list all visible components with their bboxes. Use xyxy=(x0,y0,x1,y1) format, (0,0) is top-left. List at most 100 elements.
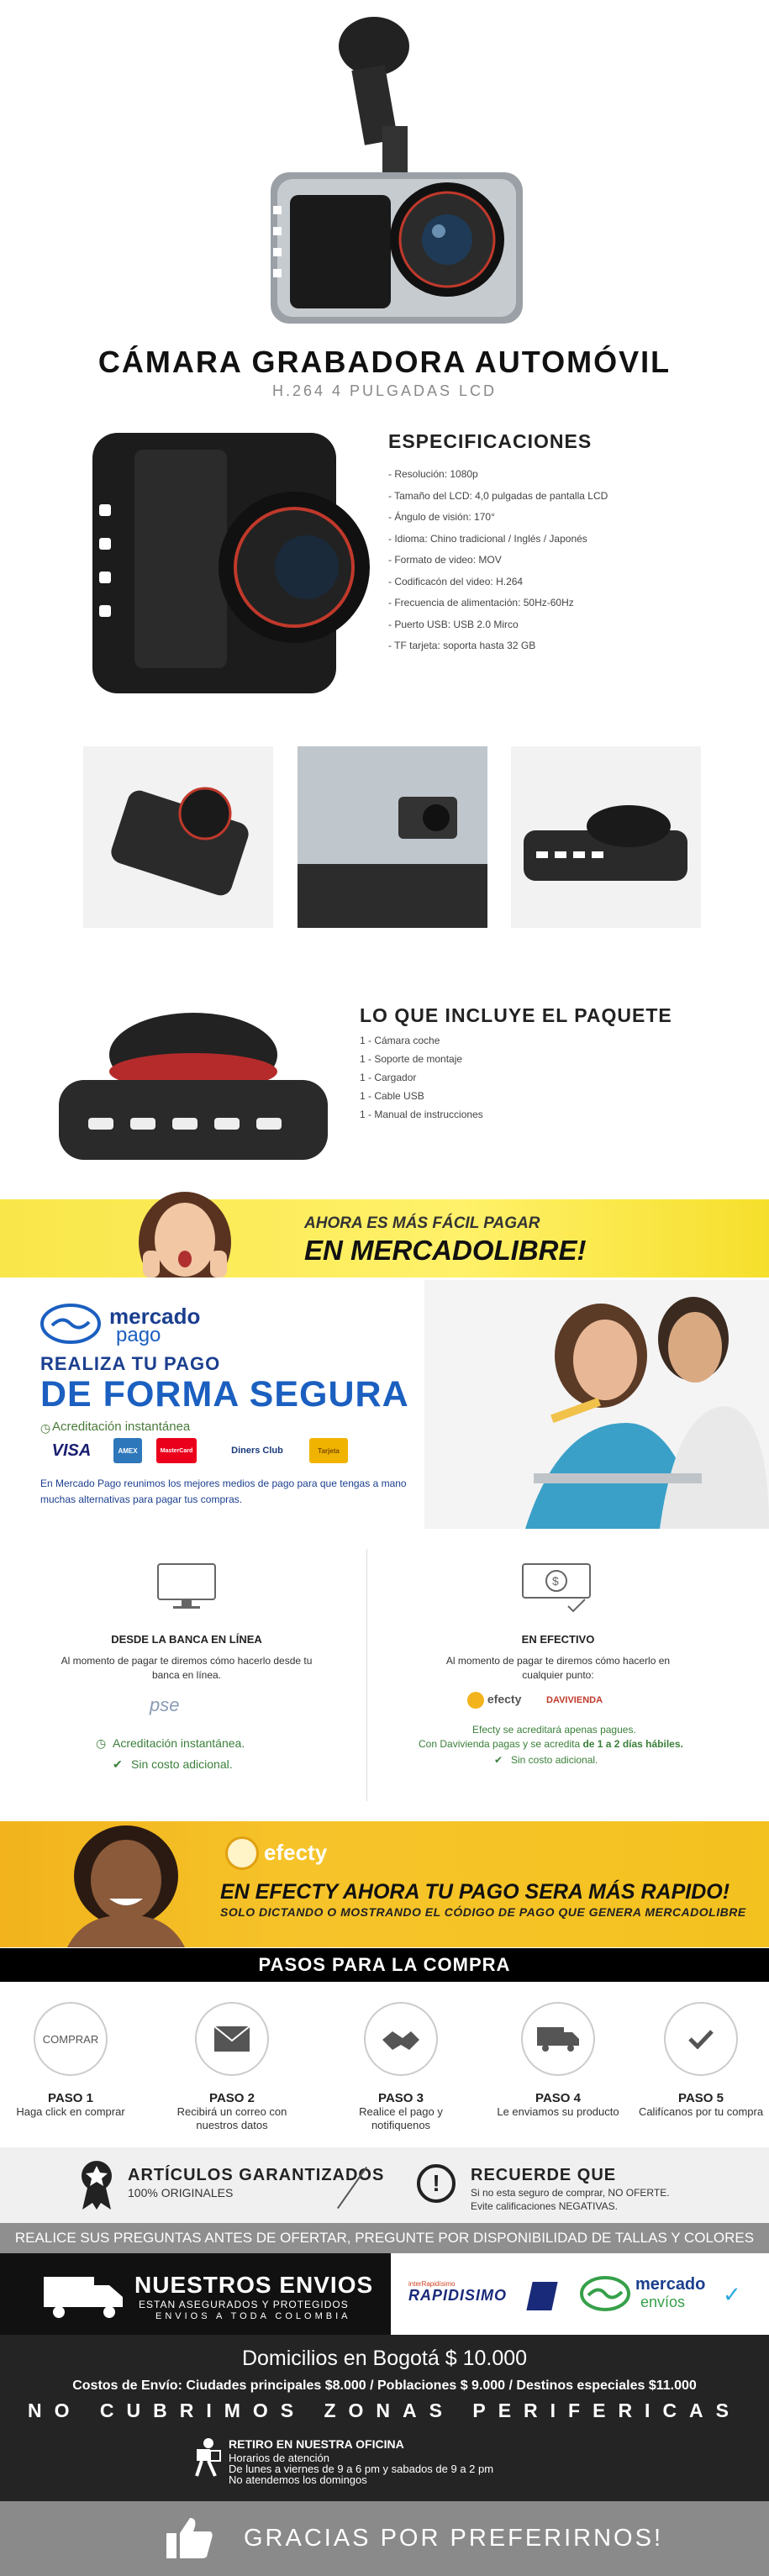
clock-icon: ◷ xyxy=(40,1421,51,1435)
shipping-sub1: ESTAN ASEGURADOS Y PROTEGIDOS xyxy=(139,2299,349,2310)
efecty-line2: SOLO DICTANDO O MOSTRANDO EL CÓDIGO DE P… xyxy=(220,1905,746,1919)
shipping-costs: Costos de Envío: Ciudades principales $8… xyxy=(72,2378,697,2393)
clock-icon: ◷ xyxy=(96,1736,107,1750)
efectivo-note2: Con Davivienda pagas y se acredita de 1 … xyxy=(419,1738,683,1750)
package-item: 1 - Soporte de montaje xyxy=(360,1053,463,1065)
specs-heading: ESPECIFICACIONES xyxy=(388,430,593,452)
banner-line2: EN MERCADOLIBRE! xyxy=(304,1235,587,1266)
efectivo-heading: EN EFECTIVO xyxy=(521,1633,595,1646)
mercadopago-section: mercado pago REALIZA TU PAGO DE FORMA SE… xyxy=(0,1280,769,1529)
efectivo-note3: Sin costo adicional. xyxy=(511,1754,598,1766)
mp-realiza: REALIZA TU PAGO xyxy=(40,1353,221,1374)
efectivo-note1: Efecty se acreditará apenas pagues. xyxy=(472,1724,636,1736)
shipping-section: NUESTROS ENVIOS ESTAN ASEGURADOS Y PROTE… xyxy=(0,2253,769,2335)
diners-card-icon: Diners Club xyxy=(231,1446,283,1456)
package-item: 1 - Cámara coche xyxy=(360,1035,440,1046)
mercadolibre-banner: AHORA ES MÁS FÁCIL PAGAR EN MERCADOLIBRE… xyxy=(0,1192,769,1277)
banca-check2: Sin costo adicional. xyxy=(131,1757,233,1771)
product-thumbnail xyxy=(298,746,487,928)
delivery-section: Domicilios en Bogotá $ 10.000 Costos de … xyxy=(0,2335,769,2501)
thanks-text: GRACIAS POR PREFERIRNOS! xyxy=(244,2525,664,2552)
recuerde-text: Si no esta seguro de comprar, NO OFERTE.… xyxy=(471,2187,670,2212)
recuerde-title: RECUERDE QUE xyxy=(471,2166,617,2184)
no-periphery: NO CUBRIMOS ZONAS PERIFERICAS xyxy=(27,2400,742,2421)
medal-icon xyxy=(82,2161,112,2210)
product-subtitle: H.264 4 PULGADAS LCD xyxy=(271,382,498,399)
guarantee-sub: 100% ORIGINALES xyxy=(128,2186,234,2199)
package-item: 1 - Cable USB xyxy=(360,1090,424,1102)
product-thumbnail xyxy=(511,746,701,928)
thumbs-up-icon xyxy=(166,2518,213,2558)
davivienda-logo: DAVIVIENDA xyxy=(546,1695,603,1705)
steps-heading: PASOS PARA LA COMPRA xyxy=(0,1948,769,1982)
thanks-footer: GRACIAS POR PREFERIRNOS! xyxy=(0,2501,769,2576)
step-3: PASO 3 Realice el pago y notifiquenos xyxy=(334,2002,468,2132)
banca-heading: DESDE LA BANCA EN LÍNEA xyxy=(111,1633,262,1646)
package-heading: LO QUE INCLUYE EL PAQUETE xyxy=(360,1004,672,1026)
mercadopago-logo: mercado pago xyxy=(40,1302,217,1346)
amex-card-icon: AMEX xyxy=(113,1438,142,1463)
efecty-line1: EN EFECTY AHORA TU PAGO SERA MÁS RAPIDO! xyxy=(220,1880,730,1904)
codensa-card-icon: Tarjeta xyxy=(309,1438,348,1463)
package-item: 1 - Cargador xyxy=(360,1072,417,1083)
check-icon xyxy=(664,2002,738,2076)
smiling-woman-photo xyxy=(67,1825,185,1947)
couple-laptop-photo xyxy=(424,1280,769,1529)
visa-card-icon: VISA xyxy=(51,1441,92,1460)
mp-forma: DE FORMA SEGURA xyxy=(40,1374,409,1414)
envelope-icon xyxy=(195,2002,269,2076)
efecty-banner: efecty EN EFECTY AHORA TU PAGO SERA MÁS … xyxy=(0,1821,769,1947)
truck-icon xyxy=(44,2277,123,2318)
warning-icon: ! xyxy=(417,2164,456,2203)
check-icon: ✓ xyxy=(723,2282,741,2307)
payment-methods-section: DESDE LA BANCA EN LÍNEA Al momento de pa… xyxy=(0,1532,769,1818)
package-item: 1 - Manual de instrucciones xyxy=(360,1109,483,1120)
delivery-bogota: Domicilios en Bogotá $ 10.000 xyxy=(241,2347,528,2370)
guarantee-title: ARTÍCULOS GARANTIZADOS xyxy=(128,2166,385,2184)
step-2: PASO 2 Recibirá un correo con nuestros d… xyxy=(165,2002,299,2132)
mastercard-card-icon: MasterCard xyxy=(156,1438,197,1463)
mercadoenvios-logo: mercado envíos ✓ xyxy=(580,2273,748,2315)
rapidisimo-logo: interRapidísimo RAPIDISIMO xyxy=(408,2280,560,2314)
truck-icon xyxy=(521,2002,595,2076)
spec-item: - Tamaño del LCD: 4,0 pulgadas de pantal… xyxy=(388,489,608,502)
spec-item: - Frecuencia de alimentación: 50Hz-60Hz xyxy=(388,597,574,608)
step-5: PASO 5 Califícanos por tu compra xyxy=(634,2002,768,2119)
mp-description: En Mercado Pago reunimos los mejores med… xyxy=(40,1478,407,1505)
questions-notice: REALICE SUS PREGUNTAS ANTES DE OFERTAR, … xyxy=(0,2223,769,2253)
office-title: RETIRO EN NUESTRA OFICINA xyxy=(229,2437,404,2451)
mp-acreditacion: Acreditación instantánea xyxy=(52,1420,191,1434)
specs-list: - Resolución: 1080p - Tamaño del LCD: 4,… xyxy=(388,464,608,657)
banner-line1: AHORA ES MÁS FÁCIL PAGAR xyxy=(304,1214,540,1232)
check-icon: ✔ xyxy=(494,1754,503,1766)
guarantee-section: ARTÍCULOS GARANTIZADOS 100% ORIGINALES !… xyxy=(0,2147,769,2223)
step-4: PASO 4 Le enviamos su producto xyxy=(491,2002,625,2119)
handshake-logo-icon xyxy=(40,1304,101,1344)
spec-item: - Formato de video: MOV xyxy=(388,554,502,566)
product-title: CÁMARA GRABADORA AUTOMÓVIL xyxy=(97,345,672,379)
delivery-person-icon xyxy=(195,2438,221,2477)
spec-item: - Codificacón del video: H.264 xyxy=(388,575,524,587)
spec-item: - TF tarjeta: soporta hasta 32 GB xyxy=(388,640,536,651)
efecty-logo: efecty xyxy=(467,1692,521,1709)
spec-item: - Resolución: 1080p xyxy=(388,468,478,480)
svg-text:$: $ xyxy=(552,1574,559,1588)
step-1: COMPRAR PASO 1 Haga click en comprar xyxy=(3,2002,138,2119)
steps-section: COMPRAR PASO 1 Haga click en comprar PAS… xyxy=(0,1982,769,2147)
banca-check1: Acreditación instantánea. xyxy=(113,1736,245,1750)
shipping-sub2: ENVIOS A TODA COLOMBIA xyxy=(155,2311,351,2321)
cart-step-icon: COMPRAR xyxy=(34,2002,108,2076)
banca-text: Al momento de pagar te diremos cómo hace… xyxy=(61,1655,313,1681)
surprised-woman-photo xyxy=(139,1192,231,1277)
camera-side-image xyxy=(84,424,370,702)
spec-item: - Idioma: Chino tradicional / Inglés / J… xyxy=(388,532,587,545)
spec-item: - Puerto USB: USB 2.0 Mirco xyxy=(388,618,519,630)
check-icon: ✔ xyxy=(113,1757,123,1771)
office-hours: Horarios de atención De lunes a viernes … xyxy=(229,2452,494,2486)
dashcam-illustration xyxy=(271,17,523,324)
efecty-banner-logo: efecty xyxy=(264,1840,328,1865)
shipping-title: NUESTROS ENVIOS xyxy=(134,2272,374,2298)
product-thumbnail xyxy=(83,746,273,928)
package-list: 1 - Cámara coche 1 - Soporte de montaje … xyxy=(360,1031,483,1124)
spec-item: - Ángulo de visión: 170° xyxy=(388,511,495,523)
